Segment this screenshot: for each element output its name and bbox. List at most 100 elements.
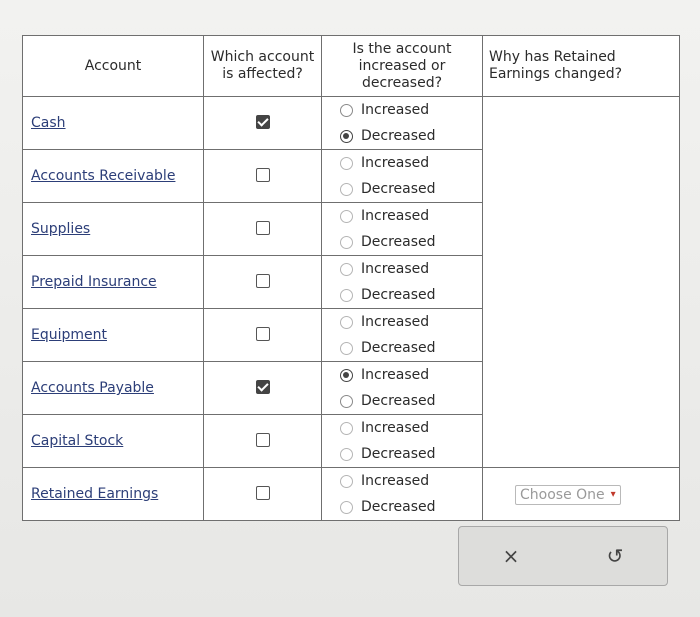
account-cell: Prepaid Insurance <box>22 255 204 309</box>
account-link[interactable]: Accounts Receivable <box>31 168 175 184</box>
why-cell: Choose One ▾ <box>482 467 680 521</box>
radio-button[interactable] <box>340 447 353 461</box>
radio-label: Decreased <box>361 499 436 515</box>
radio-button[interactable] <box>340 368 353 382</box>
affected-checkbox[interactable] <box>255 326 270 341</box>
radio-label: Decreased <box>361 128 436 144</box>
header-change: Is the account increased or decreased? <box>321 35 483 97</box>
change-cell: Increased Decreased <box>321 255 483 309</box>
account-link[interactable]: Retained Earnings <box>31 486 158 502</box>
affected-checkbox[interactable] <box>255 432 270 447</box>
radio-option[interactable]: Decreased <box>322 176 482 202</box>
affected-checkbox[interactable] <box>255 220 270 235</box>
change-cell: Increased Decreased <box>321 149 483 203</box>
change-cell: Increased Decreased <box>321 308 483 362</box>
radio-button[interactable] <box>340 235 353 249</box>
affected-checkbox[interactable] <box>255 379 270 394</box>
radio-label: Increased <box>361 261 430 277</box>
radio-option[interactable]: Decreased <box>322 282 482 308</box>
radio-option[interactable]: Decreased <box>322 335 482 361</box>
affected-checkbox[interactable] <box>255 485 270 500</box>
affected-cell <box>203 361 322 415</box>
accounts-table: Account Which account is affected? Is th… <box>22 35 680 521</box>
affected-cell <box>203 467 322 521</box>
account-cell: Supplies <box>22 202 204 256</box>
radio-button[interactable] <box>340 288 353 302</box>
radio-label: Increased <box>361 420 430 436</box>
close-icon[interactable]: × <box>491 544 531 568</box>
radio-option[interactable]: Increased <box>322 309 482 335</box>
radio-button[interactable] <box>340 103 353 117</box>
radio-label: Increased <box>361 473 430 489</box>
radio-button[interactable] <box>340 394 353 408</box>
radio-label: Increased <box>361 208 430 224</box>
radio-label: Decreased <box>361 287 436 303</box>
account-link[interactable]: Supplies <box>31 221 90 237</box>
change-cell: Increased Decreased <box>321 361 483 415</box>
radio-button[interactable] <box>340 421 353 435</box>
why-cell <box>482 96 680 468</box>
why-select[interactable]: Choose One ▾ <box>515 484 621 505</box>
radio-option[interactable]: Increased <box>322 97 482 123</box>
account-cell: Accounts Payable <box>22 361 204 415</box>
affected-cell <box>203 308 322 362</box>
affected-cell <box>203 96 322 150</box>
account-link[interactable]: Accounts Payable <box>31 380 154 396</box>
change-cell: Increased Decreased <box>321 414 483 468</box>
radio-option[interactable]: Decreased <box>322 229 482 255</box>
radio-option[interactable]: Increased <box>322 150 482 176</box>
radio-option[interactable]: Increased <box>322 468 482 494</box>
radio-option[interactable]: Decreased <box>322 441 482 467</box>
radio-option[interactable]: Increased <box>322 415 482 441</box>
account-cell: Equipment <box>22 308 204 362</box>
radio-button[interactable] <box>340 315 353 329</box>
account-cell: Retained Earnings <box>22 467 204 521</box>
account-link[interactable]: Capital Stock <box>31 433 123 449</box>
radio-label: Increased <box>361 102 430 118</box>
radio-option[interactable]: Increased <box>322 362 482 388</box>
affected-checkbox[interactable] <box>255 167 270 182</box>
radio-label: Decreased <box>361 234 436 250</box>
radio-label: Decreased <box>361 181 436 197</box>
affected-cell <box>203 255 322 309</box>
radio-label: Decreased <box>361 340 436 356</box>
radio-button[interactable] <box>340 500 353 514</box>
account-cell: Cash <box>22 96 204 150</box>
affected-cell <box>203 202 322 256</box>
radio-button[interactable] <box>340 262 353 276</box>
affected-checkbox[interactable] <box>255 114 270 129</box>
header-affected: Which account is affected? <box>203 35 322 97</box>
radio-button[interactable] <box>340 341 353 355</box>
radio-option[interactable]: Decreased <box>322 494 482 520</box>
radio-label: Increased <box>361 314 430 330</box>
radio-label: Increased <box>361 367 430 383</box>
radio-option[interactable]: Decreased <box>322 388 482 414</box>
change-cell: Increased Decreased <box>321 467 483 521</box>
radio-option[interactable]: Decreased <box>322 123 482 149</box>
account-link[interactable]: Equipment <box>31 327 107 343</box>
account-cell: Accounts Receivable <box>22 149 204 203</box>
table-row: Retained Earnings Increased Decreased Choos… <box>22 467 680 521</box>
radio-button[interactable] <box>340 474 353 488</box>
change-cell: Increased Decreased <box>321 96 483 150</box>
radio-option[interactable]: Increased <box>322 203 482 229</box>
radio-button[interactable] <box>340 209 353 223</box>
account-link[interactable]: Cash <box>31 115 66 131</box>
affected-checkbox[interactable] <box>255 273 270 288</box>
affected-cell <box>203 149 322 203</box>
account-cell: Capital Stock <box>22 414 204 468</box>
radio-button[interactable] <box>340 129 353 143</box>
header-row: Account Which account is affected? Is th… <box>22 35 680 97</box>
undo-icon[interactable]: ↺ <box>595 544 635 568</box>
account-link[interactable]: Prepaid Insurance <box>31 274 157 290</box>
radio-label: Increased <box>361 155 430 171</box>
radio-button[interactable] <box>340 182 353 196</box>
radio-option[interactable]: Increased <box>322 256 482 282</box>
table-row: Cash Increased Decreased <box>22 96 680 468</box>
header-account: Account <box>22 35 204 97</box>
radio-label: Decreased <box>361 393 436 409</box>
action-bar: × ↺ <box>458 526 668 586</box>
chevron-down-icon: ▾ <box>610 489 616 500</box>
affected-cell <box>203 414 322 468</box>
radio-button[interactable] <box>340 156 353 170</box>
